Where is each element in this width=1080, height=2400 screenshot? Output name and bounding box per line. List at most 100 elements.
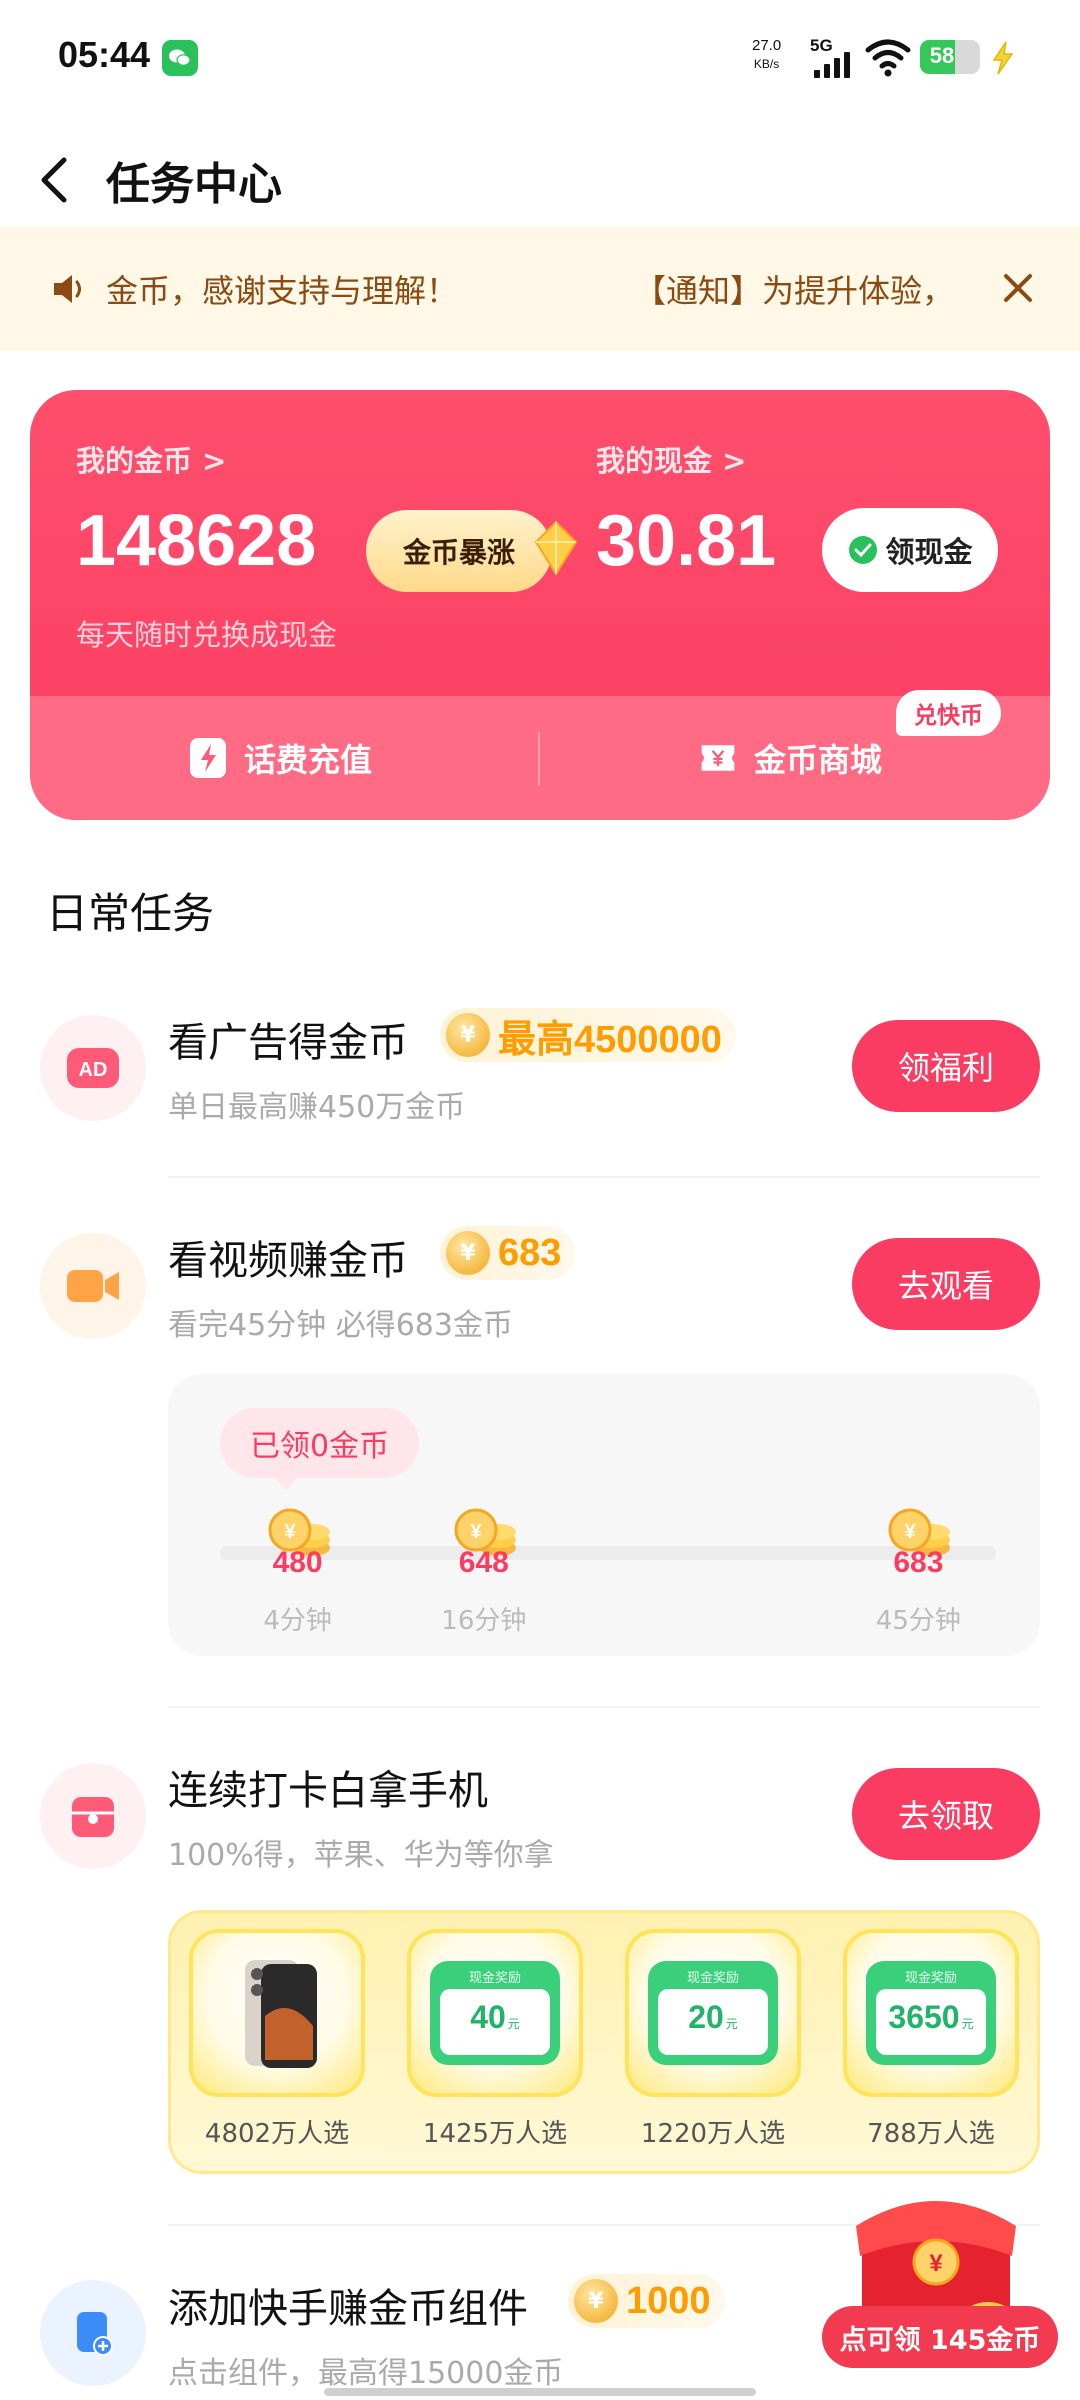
wifi-icon <box>865 39 911 77</box>
net-speed: 27.0 KB/s <box>752 36 781 74</box>
coin-mall-button[interactable]: 金币商城 <box>698 696 882 820</box>
coin-gem-icon <box>534 520 578 576</box>
task-title: 连续打卡白拿手机 <box>168 1768 488 1814</box>
wallet-subtitle: 每天随时兑换成现金 <box>76 618 338 652</box>
cash-amount: 40 <box>470 1999 506 2035</box>
reward-selected-count: 4802万人选 <box>204 2119 350 2149</box>
notice-text: 金币，感谢支持与理解！ <box>106 272 459 310</box>
back-arrow-icon[interactable] <box>34 152 74 208</box>
claimed-tag-pointer <box>272 1474 300 1490</box>
coin-mall-label: 金币商城 <box>754 741 883 779</box>
net-speed-unit: KB/s <box>753 57 780 71</box>
notice-text-next: 【通知】为提升体验， <box>634 272 955 310</box>
floating-reward-button[interactable]: 点可领 145金币 <box>822 2306 1058 2368</box>
reward-amount: 最高4500000 <box>498 1018 722 1061</box>
task-divider <box>168 1176 1040 1178</box>
withdraw-cash-button[interactable]: 领现金 <box>822 508 998 592</box>
yuan-ticket-icon <box>701 745 735 771</box>
svg-text:¥: ¥ <box>905 1521 917 1543</box>
smartphone-icon <box>245 1960 317 2068</box>
reward-cash-item[interactable]: 现金奖励 40 元 <box>407 1929 583 2097</box>
reward-cash-item[interactable]: 现金奖励 20 元 <box>625 1929 801 2097</box>
cash-amount: 20 <box>688 1999 724 2035</box>
svg-text:¥: ¥ <box>284 1521 296 1543</box>
signal-icon <box>814 52 850 78</box>
task-checkin-phone: 连续打卡白拿手机 100%得，苹果、华为等你拿 去领取 <box>0 1758 1080 1898</box>
lightning-phone-icon <box>190 738 226 778</box>
cash-reward-inner: 20 元 <box>658 1989 768 2055</box>
notice-bar[interactable]: 金币，感谢支持与理解！ 【通知】为提升体验， <box>0 226 1080 351</box>
wechat-icon <box>162 40 198 76</box>
cash-amount: 3650 <box>888 1999 960 2035</box>
task-subtitle: 点击组件，最高得15000金币 <box>168 2356 564 2391</box>
coin-icon: ¥ <box>446 1231 490 1275</box>
claimed-coins-tag: 已领0金币 <box>220 1408 420 1478</box>
cash-unit: 元 <box>507 2017 520 2031</box>
svg-text:¥: ¥ <box>470 1521 482 1543</box>
reward-pill: ¥ 1000 <box>568 2274 725 2328</box>
task-watch-video: 看视频赚金币 ¥ 683 看完45分钟 必得683金币 去观看 <box>0 1226 1080 1368</box>
phone-recharge-label: 话费充值 <box>244 741 373 779</box>
cash-unit: 元 <box>725 2017 738 2031</box>
coin-balance: 148628 <box>76 501 317 581</box>
reward-amount: 1000 <box>626 2279 711 2322</box>
task-subtitle: 100%得，苹果、华为等你拿 <box>168 1838 554 1873</box>
coin-icon: ¥ <box>574 2279 618 2323</box>
cash-reward-label: 现金奖励 <box>904 1971 957 1986</box>
coin-surge-button[interactable]: 金币暴涨 <box>366 510 552 592</box>
cash-balance: 30.81 <box>596 501 777 581</box>
checkin-rewards-panel: 4802万人选 现金奖励 40 元 1425万人选 现金奖励 20 元 1220万人选 现金奖励 3… <box>168 1910 1040 2174</box>
milestone-time: 16分钟 <box>441 1606 527 1636</box>
svg-text:AD: AD <box>79 1059 108 1081</box>
claim-phone-button[interactable]: 去领取 <box>852 1768 1040 1860</box>
video-progress-panel: 已领0金币 ¥480 4分钟 ¥648 16分钟 ¥683 45分钟 <box>168 1374 1040 1656</box>
cash-reward-card: 现金奖励 40 元 <box>430 1961 560 2065</box>
ad-icon: AD <box>40 1015 146 1121</box>
milestone: ¥648 16分钟 <box>424 1504 544 1636</box>
cash-reward-label: 现金奖励 <box>468 1971 521 1986</box>
home-indicator[interactable] <box>324 2388 756 2396</box>
speaker-icon <box>54 275 81 303</box>
reward-selected-count: 1220万人选 <box>640 2119 786 2149</box>
net-speed-value: 27.0 <box>752 37 782 54</box>
status-bar: 05:44 27.0 KB/s 5G 58 <box>0 0 1080 115</box>
reward-selected-count: 788万人选 <box>867 2119 995 2149</box>
header: 任务中心 <box>0 130 1080 226</box>
close-icon[interactable] <box>1000 270 1036 306</box>
task-title: 看视频赚金币 <box>168 1238 408 1284</box>
cash-reward-card: 现金奖励 3650 元 <box>866 1961 996 2065</box>
coin-icon: ¥ <box>446 1013 490 1057</box>
reward-amount: 683 <box>498 1231 562 1274</box>
video-camera-icon <box>40 1233 146 1339</box>
reward-cash-item[interactable]: 现金奖励 3650 元 <box>843 1929 1019 2097</box>
phone-recharge-button[interactable]: 话费充值 <box>188 696 372 820</box>
claim-benefit-button[interactable]: 领福利 <box>852 1020 1040 1112</box>
milestone-value: 480 <box>272 1546 323 1579</box>
charging-icon <box>992 41 1014 75</box>
exchange-badge: 兑快币 <box>896 690 1001 736</box>
milestone-value: 648 <box>458 1546 509 1579</box>
cash-reward-label: 现金奖励 <box>686 1971 739 1986</box>
task-title: 看广告得金币 <box>168 1020 408 1066</box>
task-watch-ads: AD 看广告得金币 ¥ 最高4500000 单日最高赚450万金币 领福利 <box>0 1008 1080 1150</box>
milestone: ¥683 45分钟 <box>858 1504 978 1636</box>
milestone-time: 45分钟 <box>875 1606 961 1636</box>
withdraw-cash-label: 领现金 <box>885 535 973 569</box>
battery-percent: 58 <box>929 43 955 68</box>
reward-pill: ¥ 683 <box>440 1226 576 1280</box>
milestone-time: 4分钟 <box>263 1606 332 1636</box>
task-subtitle: 单日最高赚450万金币 <box>168 1090 466 1125</box>
watch-video-button[interactable]: 去观看 <box>852 1238 1040 1330</box>
my-cash-link[interactable]: 我的现金 > <box>596 438 746 480</box>
svg-text:¥: ¥ <box>929 2250 943 2277</box>
reward-selected-count: 1425万人选 <box>422 2119 568 2149</box>
my-coins-link[interactable]: 我的金币 > <box>76 438 226 480</box>
reward-phone-item[interactable] <box>189 1929 365 2097</box>
reward-pill: ¥ 最高4500000 <box>440 1008 736 1062</box>
task-divider <box>168 1706 1040 1708</box>
task-title: 添加快手赚金币组件 <box>168 2286 528 2332</box>
cash-reward-inner: 40 元 <box>440 1989 550 2055</box>
cash-reward-card: 现金奖励 20 元 <box>648 1961 778 2065</box>
wallet-card: 我的金币 > 148628 金币暴涨 我的现金 > 30.81 领现金 每天随时… <box>30 390 1050 820</box>
battery-icon: 58 <box>920 40 980 74</box>
